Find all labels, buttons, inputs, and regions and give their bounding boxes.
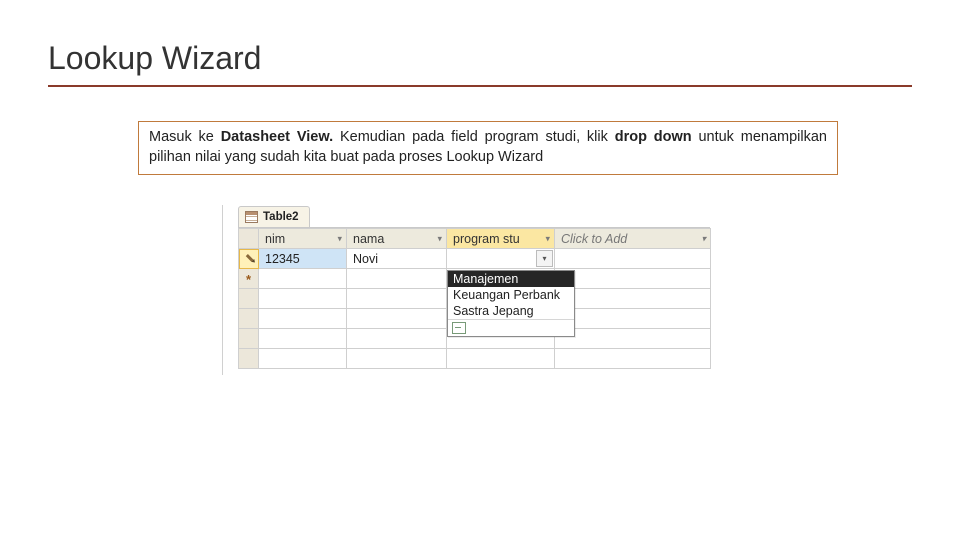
datasheet-grid: nim ▾ nama ▾ program stu ▾ Click to Add … [238,228,711,369]
row-selector-new[interactable]: * [239,269,259,289]
access-screenshot: Table2 nim ▾ nama ▾ program stu ▾ [222,205,722,369]
col-label-nama: nama [353,232,384,246]
callout-bold-2: drop down [615,129,692,145]
row-selector-blank [239,309,259,329]
col-label-nim: nim [265,232,285,246]
cell-empty-add[interactable] [555,249,711,269]
lookup-dropdown-list: Manajemen Keuangan Perbank Sastra Jepang [447,270,575,337]
row-selector-current[interactable] [239,249,259,269]
col-label-add: Click to Add [561,232,627,246]
table-icon [245,211,258,223]
pencil-icon [243,251,257,265]
chevron-down-icon: ▾ [337,233,342,244]
cell-nim[interactable]: 12345 [259,249,347,269]
column-header-program-studi[interactable]: program stu ▾ [447,229,555,249]
left-divider [222,205,223,375]
data-row-1[interactable]: 12345 Novi ▾ Manajemen Keuangan Perbank … [239,249,711,269]
instruction-callout: Masuk ke Datasheet View. Kemudian pada f… [138,121,838,175]
tab-label: Table2 [263,211,299,223]
row-selector-blank [239,289,259,309]
callout-bold-1: Datasheet View. [221,129,333,145]
new-row-icon: * [246,272,251,287]
edit-list-items[interactable] [448,319,574,336]
callout-text-1: Masuk ke [149,129,221,145]
select-all-cell[interactable] [239,229,259,249]
dropdown-button[interactable]: ▾ [536,250,553,267]
tab-bar: Table2 [238,205,710,228]
cell-nama[interactable]: Novi [347,249,447,269]
slide: Lookup Wizard Masuk ke Datasheet View. K… [0,0,960,540]
slide-title: Lookup Wizard [48,40,912,77]
tab-table2[interactable]: Table2 [238,206,310,227]
cell-empty[interactable] [555,269,711,289]
cell-program-studi[interactable]: ▾ Manajemen Keuangan Perbank Sastra Jepa… [447,249,555,269]
edit-list-icon [452,322,466,334]
row-selector-blank [239,349,259,369]
chevron-down-icon: ▾ [545,233,550,244]
dropdown-option[interactable]: Keuangan Perbank [448,287,574,303]
cell-empty[interactable] [259,269,347,289]
cell-empty[interactable] [347,269,447,289]
blank-row [239,349,711,369]
chevron-down-icon: ▾ [701,233,706,244]
column-header-nama[interactable]: nama ▾ [347,229,447,249]
column-header-click-to-add[interactable]: Click to Add ▾ [555,229,711,249]
header-row: nim ▾ nama ▾ program stu ▾ Click to Add … [239,229,711,249]
row-selector-blank [239,329,259,349]
chevron-down-icon: ▾ [437,233,442,244]
column-header-nim[interactable]: nim ▾ [259,229,347,249]
dropdown-option[interactable]: Manajemen [448,271,574,287]
col-label-prog: program stu [453,232,520,246]
dropdown-option[interactable]: Sastra Jepang [448,303,574,319]
callout-text-2: Kemudian pada field program studi, klik [333,129,615,145]
title-underline [48,85,912,87]
